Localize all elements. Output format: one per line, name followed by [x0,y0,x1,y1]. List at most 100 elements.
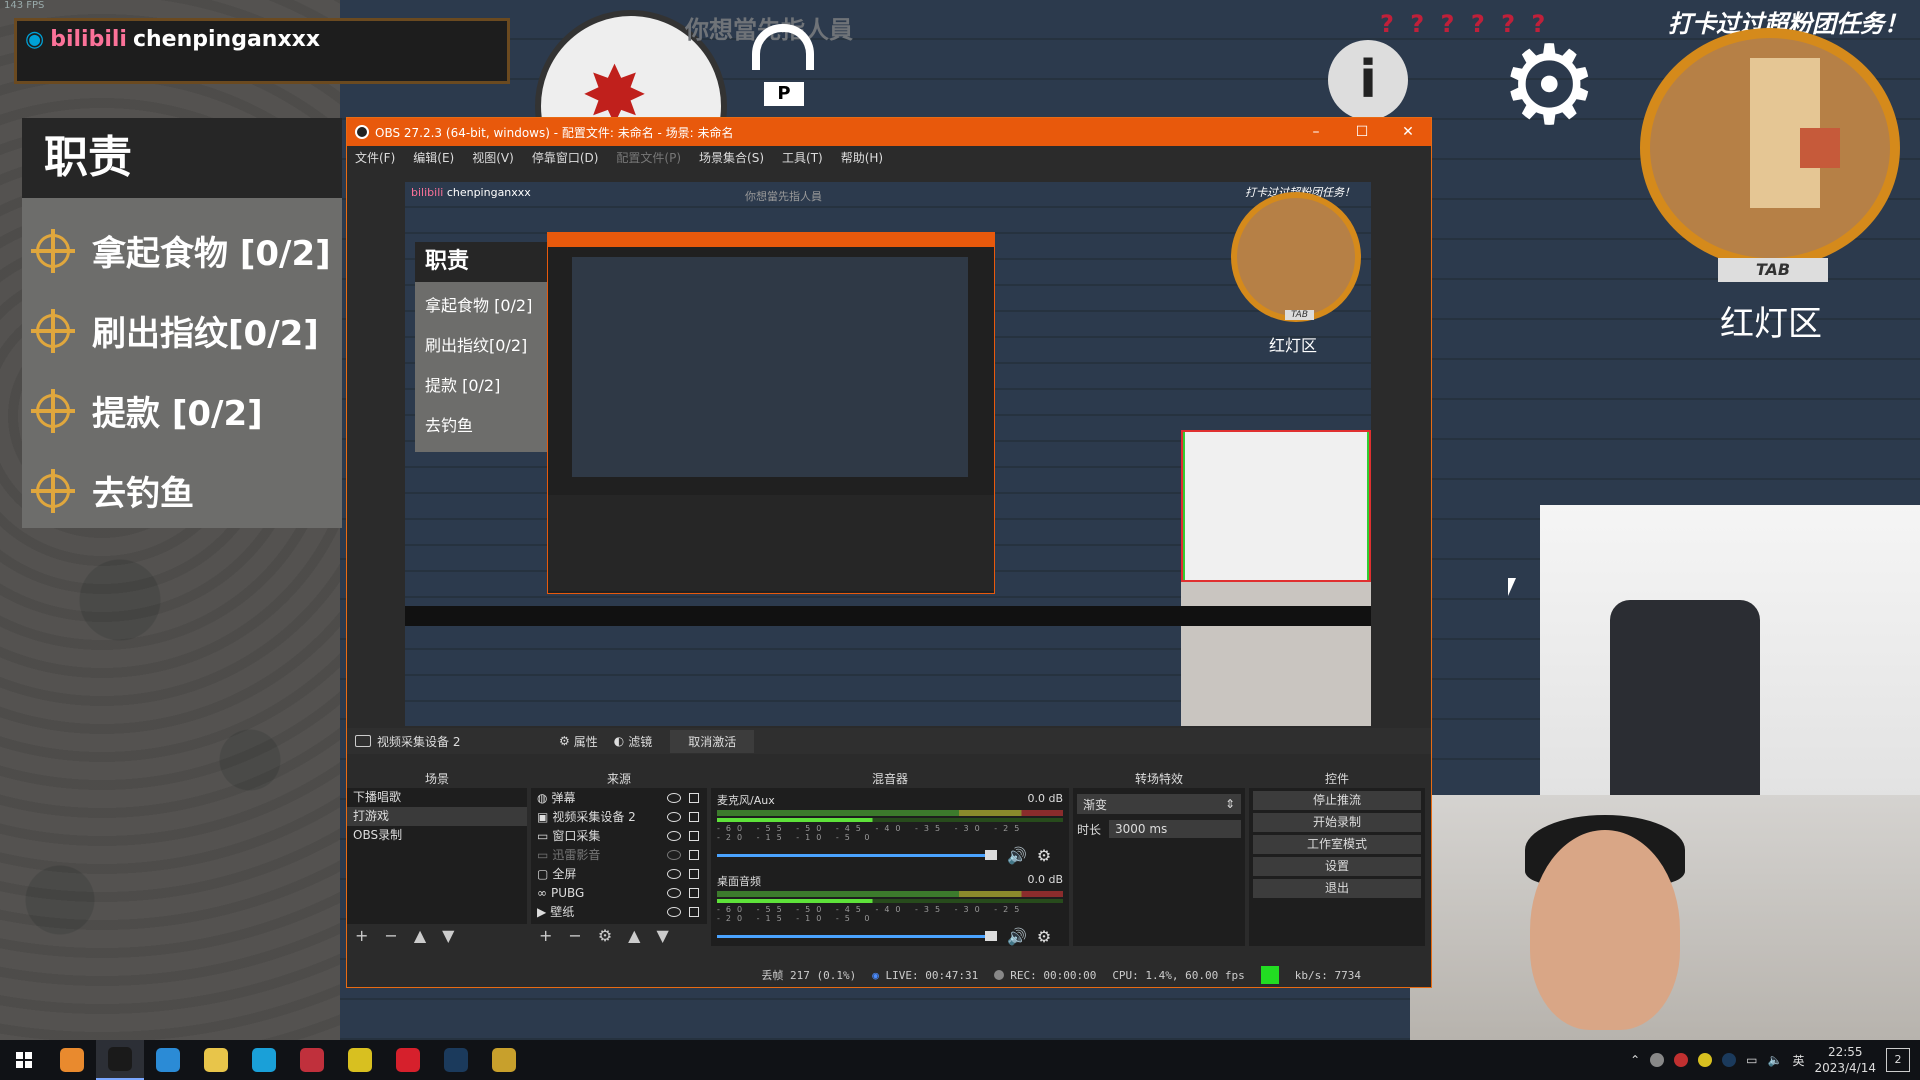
nested-docks [548,495,994,591]
settings-button[interactable]: 设置 [1253,857,1421,876]
preview-webcam [1181,582,1371,726]
eye-icon[interactable] [667,811,681,822]
lock-icon[interactable] [689,906,699,917]
eye-icon[interactable] [667,887,681,898]
volume-slider[interactable] [717,931,997,941]
taskbar-app-edge[interactable] [240,1040,288,1080]
add-icon[interactable]: + [539,926,552,945]
volume-icon[interactable]: 🔈 [1768,1053,1783,1067]
source-label: 窗口采集 [552,829,601,843]
eye-icon[interactable] [667,792,681,803]
deactivate-button[interactable]: 取消激活 [670,729,755,753]
taskbar-app-app-orange[interactable] [48,1040,96,1080]
slider-knob[interactable] [985,931,997,941]
menu-edit[interactable]: 编辑(E) [413,149,454,166]
tray-icon[interactable] [1674,1053,1689,1067]
mixer-track: 桌面音频 0.0 dB -60 -55 -50 -45 -40 -35 -30 -… [711,869,1069,950]
notification-button[interactable]: 2 [1886,1048,1910,1072]
speaker-icon[interactable]: 🔊 [1007,846,1027,865]
speaker-icon[interactable]: 🔊 [1007,927,1027,946]
move-up-icon[interactable]: ▲ [414,926,426,945]
lock-icon[interactable] [689,868,699,879]
info-icon[interactable]: i [1328,40,1408,120]
move-down-icon[interactable]: ▼ [656,926,668,945]
lock-icon[interactable] [689,887,699,898]
menu-docks[interactable]: 停靠窗口(D) [532,149,599,166]
menu-view[interactable]: 视图(V) [472,149,514,166]
tray-icon[interactable] [1650,1053,1665,1067]
scene-item[interactable]: 打游戏 [347,807,527,826]
move-down-icon[interactable]: ▼ [442,926,454,945]
mixer-dock: 混音器 麦克风/Aux 0.0 dB -60 -55 -50 -45 -40 -3… [711,770,1069,946]
obs-menubar: 文件(F) 编辑(E) 视图(V) 停靠窗口(D) 配置文件(P) 场景集合(S… [347,146,1431,168]
lock-icon[interactable] [689,849,699,860]
lock-icon[interactable] [689,792,699,803]
live-time: LIVE: 00:47:31 [885,968,979,982]
gear-icon[interactable]: ⚙ [1037,846,1051,865]
streamer-box: ◉ bilibili chenpinganxxx [14,18,510,84]
eye-icon[interactable] [667,906,681,917]
obs-titlebar[interactable]: OBS 27.2.3 (64-bit, windows) - 配置文件: 未命名… [347,118,1431,146]
source-item[interactable]: ◍ 弹幕 [531,788,707,807]
tray-icon[interactable] [1698,1053,1713,1067]
slider-knob[interactable] [985,850,997,860]
taskbar-app-netease-music[interactable] [384,1040,432,1080]
eye-icon[interactable] [667,830,681,841]
taskbar-app-obs[interactable] [96,1040,144,1080]
source-item[interactable]: ▶ 壁纸 [531,902,707,921]
source-item[interactable]: ▣ 视频采集设备 2 [531,807,707,826]
taskbar-app-app-blue-ring[interactable] [144,1040,192,1080]
mixer-track: 麦克风/Aux 0.0 dB -60 -55 -50 -45 -40 -35 -3… [711,788,1069,869]
scene-item[interactable]: 下播唱歌 [347,788,527,807]
minimize-button[interactable]: – [1293,118,1339,146]
maximize-button[interactable]: ☐ [1339,118,1385,146]
start-recording-button[interactable]: 开始录制 [1253,813,1421,832]
eye-hidden-icon[interactable] [667,849,681,860]
volume-slider[interactable] [717,850,997,860]
filters-button[interactable]: ◐ 滤镜 [606,733,661,750]
taskbar-app-app-yellow[interactable] [336,1040,384,1080]
tray-icon[interactable] [1722,1053,1737,1067]
transition-select[interactable]: 渐变 ⇕ [1077,794,1241,814]
remove-icon[interactable]: − [384,926,397,945]
source-item[interactable]: ∞ PUBG [531,883,707,902]
menu-tools[interactable]: 工具(T) [782,149,823,166]
source-item[interactable]: ▢ 全屏 [531,864,707,883]
source-item[interactable]: ▭ 窗口采集 [531,826,707,845]
taskbar-app-app-red[interactable] [288,1040,336,1080]
taskbar-app-app-owl[interactable] [192,1040,240,1080]
gear-icon[interactable]: ⚙ [1037,927,1051,946]
gear-icon[interactable]: ⚙ [598,926,612,945]
properties-button[interactable]: ⚙ 属性 [551,733,606,750]
lock-icon[interactable] [689,830,699,841]
eye-icon[interactable] [667,868,681,879]
taskbar-app-app-game[interactable] [480,1040,528,1080]
scene-item[interactable]: OBS录制 [347,826,527,845]
menu-file[interactable]: 文件(F) [355,149,395,166]
remove-icon[interactable]: − [568,926,581,945]
source-item[interactable]: ▭ 迅雷影音 [531,845,707,864]
taskbar-app-steam[interactable] [432,1040,480,1080]
move-up-icon[interactable]: ▲ [628,926,640,945]
chevron-up-icon[interactable]: ⌃ [1630,1053,1640,1067]
network-icon[interactable]: ▭ [1746,1053,1757,1067]
exit-button[interactable]: 退出 [1253,879,1421,898]
add-icon[interactable]: + [355,926,368,945]
menu-help[interactable]: 帮助(H) [841,149,883,166]
clock[interactable]: 22:55 2023/4/14 [1814,1044,1876,1076]
obs-preview[interactable]: bilibili chenpinganxxx 你想當先指人員 打卡过过超粉团任务… [405,182,1371,726]
lock-icon[interactable] [689,811,699,822]
ime-indicator[interactable]: 英 [1792,1052,1804,1069]
obs-title: OBS 27.2.3 (64-bit, windows) - 配置文件: 未命名… [375,125,734,140]
menu-scene-collection[interactable]: 场景集合(S) [699,149,764,166]
studio-mode-button[interactable]: 工作室模式 [1253,835,1421,854]
duration-input[interactable]: 3000 ms [1109,820,1241,838]
stop-streaming-button[interactable]: 停止推流 [1253,791,1421,810]
selected-source-bounds[interactable] [1181,430,1371,582]
settings-gear-icon[interactable]: ⚙ [1500,30,1599,140]
menu-profile[interactable]: 配置文件(P) [616,149,681,166]
close-button[interactable]: ✕ [1385,118,1431,146]
app-red-icon [300,1048,324,1072]
volume-meter [717,891,1063,897]
start-button[interactable] [0,1040,48,1080]
